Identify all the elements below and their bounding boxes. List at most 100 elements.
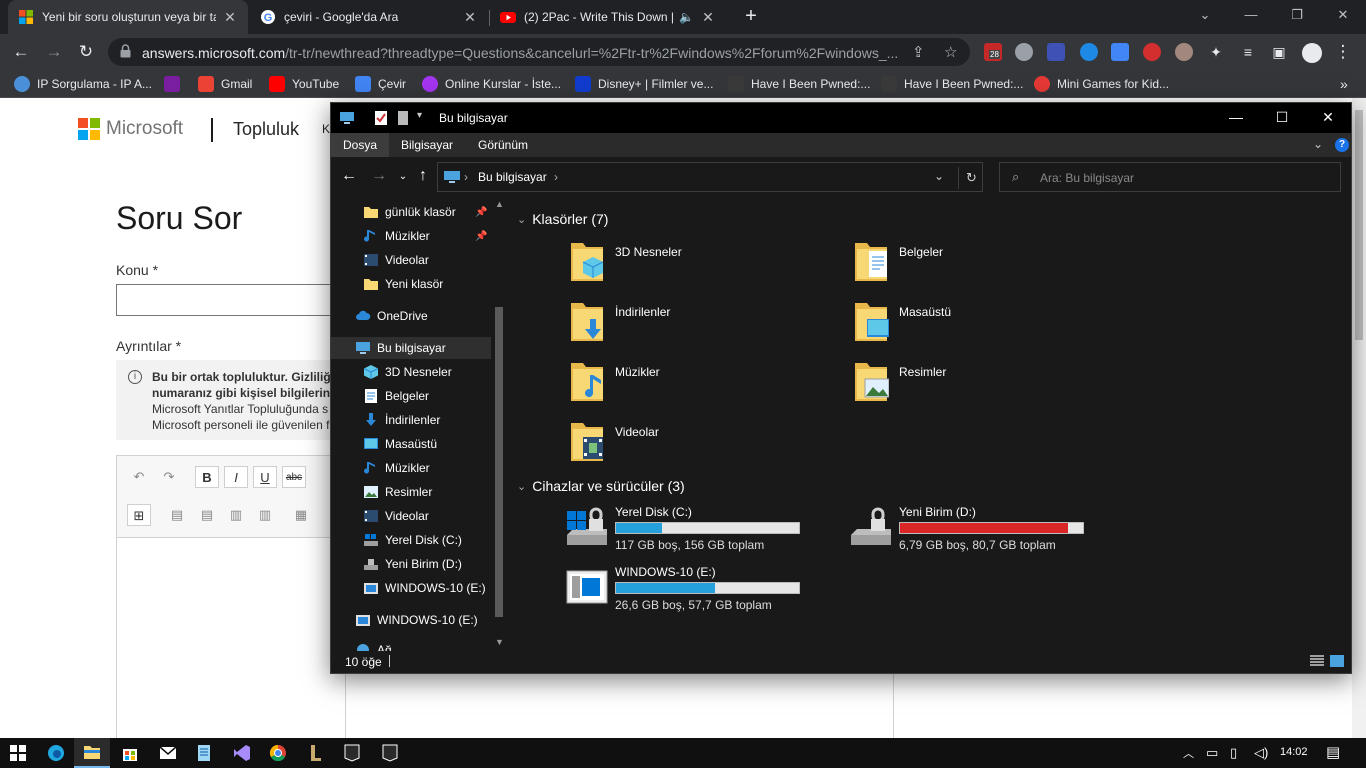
underline-button[interactable]: U [253,466,277,488]
ribbon-tab-view[interactable]: Görünüm [466,133,540,157]
tree-item-windows10-e[interactable]: WINDOWS-10 (E:) [331,577,491,599]
tree-item-windows10-e-root[interactable]: WINDOWS-10 (E:) [331,609,491,631]
bookmark-online-kurslar[interactable]: Online Kurslar - İste... [422,76,561,92]
player-extension-icon[interactable] [1080,43,1098,61]
subject-input[interactable] [116,284,346,316]
bookmark-cevir[interactable]: Çevir [355,76,406,92]
scrollbar-thumb[interactable] [495,307,503,617]
explorer-back-icon[interactable]: ← [339,167,359,185]
folders-section-header[interactable]: ⌄ Klasörler (7) [517,211,608,227]
folder-resimler[interactable]: Resimler [853,357,1093,409]
explorer-titlebar[interactable]: ▾ Bu bilgisayar — ☐ ✕ [331,103,1351,133]
brand-name[interactable]: Microsoft [106,118,183,140]
tree-item-onedrive[interactable]: OneDrive [331,305,491,327]
translate-extension-icon[interactable] [1111,43,1129,61]
close-window-button[interactable]: ✕ [1320,0,1366,34]
explorer-forward-icon[interactable]: → [369,167,389,185]
undo-icon[interactable]: ↶ [127,466,151,488]
ribbon-tab-computer[interactable]: Bilgisayar [389,133,465,157]
up-folder-icon[interactable]: ↑ [413,167,433,185]
tree-item-yeni-klasor[interactable]: Yeni klasör [331,273,491,295]
network-tray-icon[interactable]: ▯ [1230,745,1237,761]
strikethrough-button[interactable]: abc [282,466,306,488]
forward-arrow-icon[interactable]: → [41,39,67,65]
drive-d[interactable]: Yeni Birim (D:) 6,79 GB boş, 80,7 GB top… [849,505,1109,557]
media-control-icon[interactable]: ≡ [1235,39,1261,65]
chrome-taskbar-icon[interactable] [260,738,296,768]
breadcrumb-separator-icon[interactable]: › [464,170,468,184]
mail-taskbar-icon[interactable] [150,738,186,768]
bookmark-gmail[interactable]: Gmail [198,76,252,92]
pin-icon[interactable]: 📌 [475,231,487,242]
tree-item-yerel-disk-c[interactable]: Yerel Disk (C:) [331,529,491,551]
table-col-right-icon[interactable]: ▥ [253,504,277,526]
notepad-taskbar-icon[interactable] [186,738,222,768]
vpn-extension-icon[interactable] [1047,43,1065,61]
scroll-down-icon[interactable]: ▼ [495,637,504,647]
quick-access-dropdown-icon[interactable]: ▾ [417,110,422,121]
cookie-extension-icon[interactable] [1175,43,1193,61]
table-row-above-icon[interactable]: ▤ [165,504,189,526]
bookmark-now-icon[interactable] [164,76,187,92]
bookmark-youtube[interactable]: YouTube [269,76,339,92]
more-bookmarks-icon[interactable]: » [1340,76,1348,92]
folder-masaustu[interactable]: Masaüstü [853,297,1093,349]
italic-button[interactable]: I [224,466,248,488]
menu-dots-icon[interactable]: ⋮ [1330,39,1356,65]
tab-google-search[interactable]: G çeviri - Google'da Ara ✕ [250,0,488,34]
bookmark-star-icon[interactable]: ☆ [944,43,957,61]
tab-ms-answers[interactable]: Yeni bir soru oluşturun veya bir ta ✕ [8,0,248,34]
tree-item-bu-bilgisayar[interactable]: Bu bilgisayar [331,337,491,359]
explorer-close-button[interactable]: ✕ [1305,103,1351,133]
properties-icon[interactable] [373,110,389,126]
tree-item-gunluk-klasor[interactable]: günlük klasör 📌 [331,201,491,223]
table-col-left-icon[interactable]: ▥ [224,504,248,526]
redo-icon[interactable]: ↷ [157,466,181,488]
details-view-icon[interactable] [1309,654,1325,668]
large-icons-view-icon[interactable] [1329,654,1345,668]
reload-icon[interactable]: ↻ [73,39,99,65]
lock-icon[interactable] [120,44,131,58]
battery-icon[interactable]: ▭ [1206,745,1218,761]
folder-belgeler[interactable]: Belgeler [853,237,1093,289]
table-merge-icon[interactable]: ▦ [289,504,313,526]
page-scrollbar[interactable] [1352,98,1366,738]
volume-icon[interactable]: ◁) [1254,745,1268,761]
tab-search-icon[interactable]: ⌄ [1182,0,1228,34]
file-explorer-taskbar-icon[interactable] [74,738,110,768]
close-tab-icon[interactable]: ✕ [222,9,238,26]
system-clock[interactable]: 14:02 [1280,746,1308,758]
insert-table-icon[interactable]: ⊞ [127,504,151,526]
folder-videolar[interactable]: Videolar [569,417,809,469]
league-taskbar-icon[interactable] [298,738,334,768]
tree-item-3d-nesneler[interactable]: 3D Nesneler [331,361,491,383]
tree-item-muzikler-pinned[interactable]: Müzikler 📌 [331,225,491,247]
bookmark-hibp-1[interactable]: Have I Been Pwned:... [728,76,870,92]
breadcrumb-item[interactable]: Bu bilgisayar [478,170,547,184]
navigation-scrollbar[interactable]: ▲ ▼ [491,197,507,651]
tree-item-yeni-birim-d[interactable]: Yeni Birim (D:) [331,553,491,575]
tree-item-resimler[interactable]: Resimler [331,481,491,503]
explorer-minimize-button[interactable]: — [1213,103,1259,133]
address-dropdown-icon[interactable]: ⌄ [934,169,944,183]
help-icon[interactable]: ? [1335,138,1349,152]
edge-taskbar-icon[interactable] [38,738,74,768]
table-row-below-icon[interactable]: ▤ [195,504,219,526]
section-name[interactable]: Topluluk [233,119,299,140]
address-bar[interactable]: answers.microsoft.com/tr-tr/newthread?th… [108,38,970,66]
tree-item-masaustu[interactable]: Masaüstü [331,433,491,455]
breadcrumb-separator-icon[interactable]: › [554,170,558,184]
bookmark-disney[interactable]: Disney+ | Filmler ve... [575,76,713,92]
show-hidden-icons-icon[interactable]: ︿ [1183,745,1194,761]
folder-muzikler[interactable]: Müzikler [569,357,809,409]
refresh-icon[interactable]: ↻ [958,167,984,189]
drive-c[interactable]: Yerel Disk (C:) 117 GB boş, 156 GB topla… [565,505,825,557]
explorer-address-bar[interactable]: › Bu bilgisayar › ⌄ ↻ [437,162,983,192]
bold-button[interactable]: B [195,466,219,488]
new-folder-quick-icon[interactable] [395,110,411,126]
new-tab-button[interactable]: + [738,4,764,30]
tree-item-indirilenler[interactable]: İndirilenler [331,409,491,431]
restore-button[interactable]: ❐ [1274,0,1320,34]
ribbon-tab-file[interactable]: Dosya [331,133,390,157]
epic-games-taskbar-icon[interactable] [334,738,370,768]
